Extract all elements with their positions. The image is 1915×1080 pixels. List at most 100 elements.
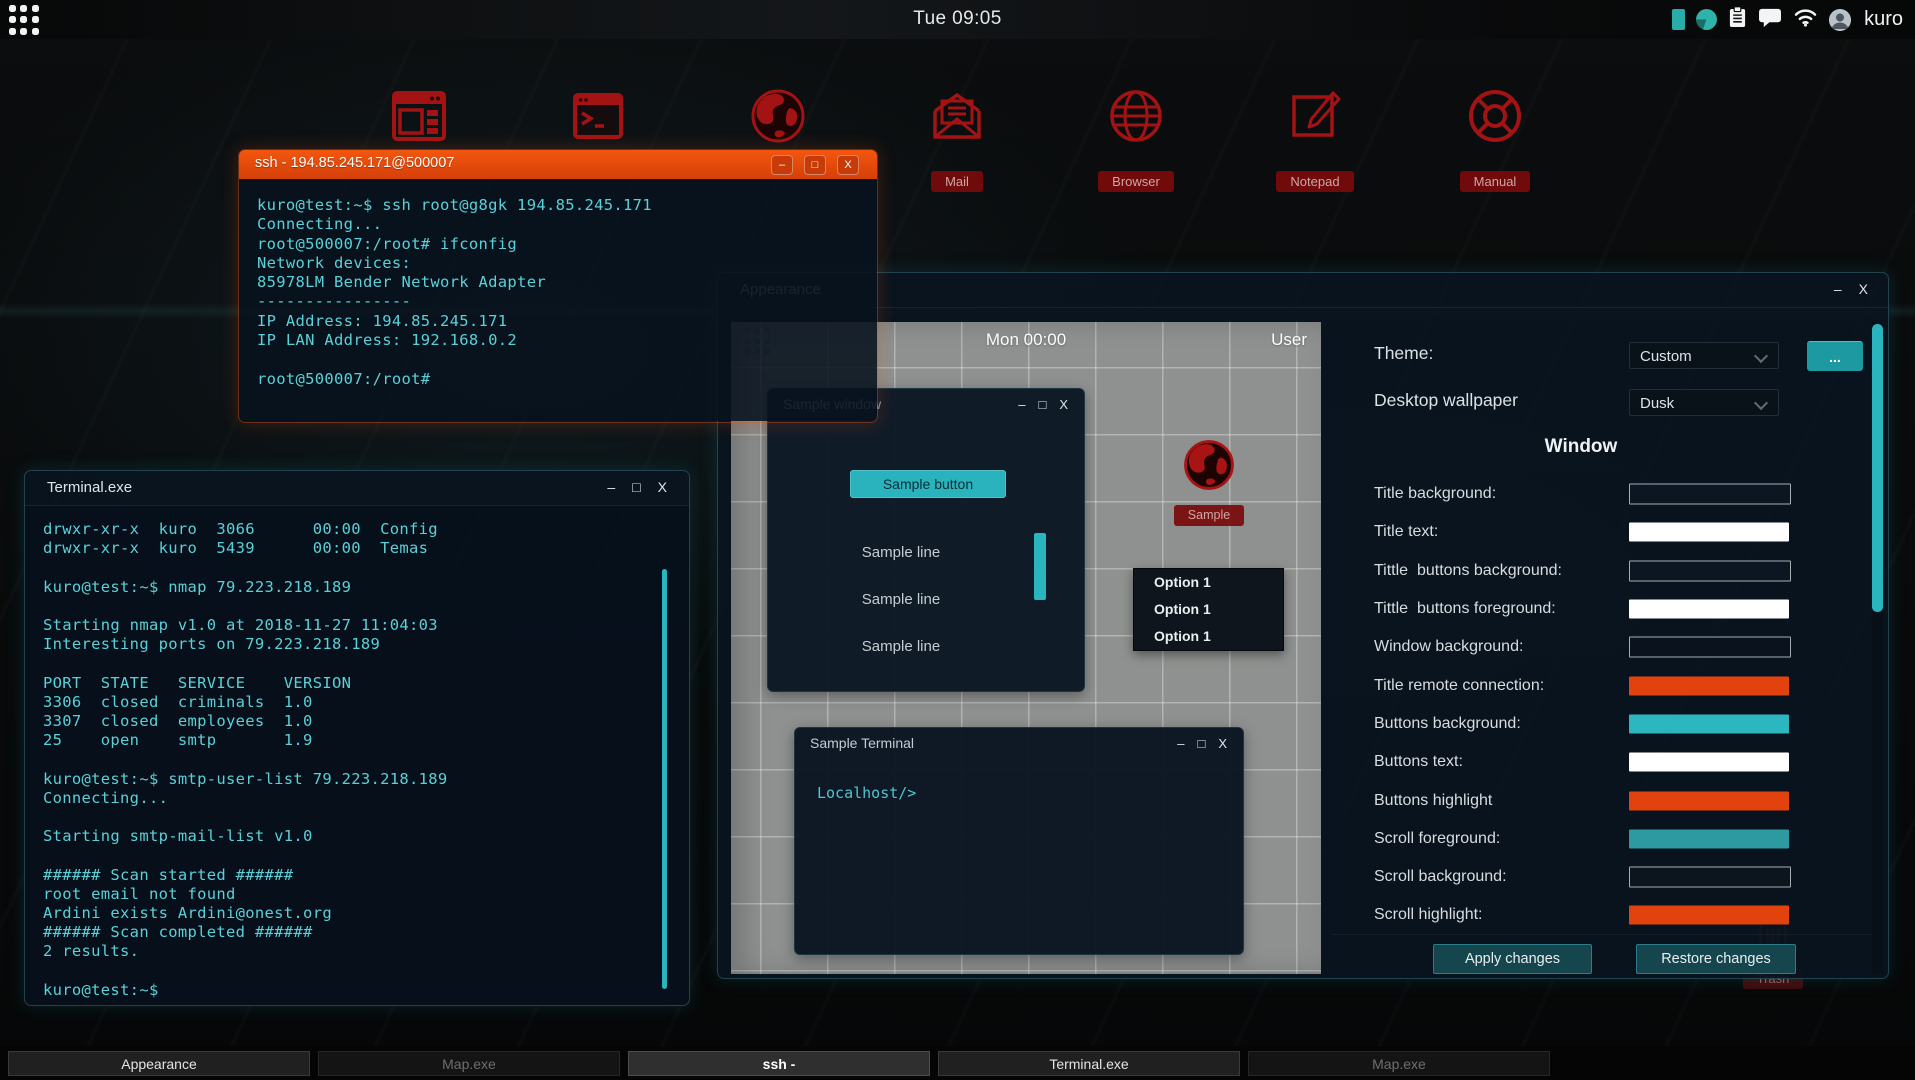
close-icon: X [1059, 396, 1068, 414]
desktop-icon-browser[interactable]: Browser [1061, 84, 1211, 192]
terminal-titlebar[interactable]: Terminal.exe – □ X [25, 471, 689, 506]
app-grid-icon[interactable] [9, 5, 40, 36]
sample-context-menu: Option 1Option 1Option 1 [1133, 568, 1284, 651]
terminal-line: 25 open smtp 1.9 [43, 731, 689, 750]
theme-more-button[interactable]: ... [1807, 341, 1863, 371]
color-swatch[interactable] [1629, 791, 1789, 810]
terminal-line: ---------------- [257, 292, 877, 311]
terminal-line: IP Address: 194.85.245.171 [257, 312, 877, 331]
messages-icon[interactable] [1758, 7, 1782, 33]
desktop-icon-window-app[interactable] [344, 84, 494, 153]
panel-scrollbar-thumb[interactable] [1872, 324, 1883, 612]
topbar-clock: Tue 09:05 [913, 8, 1001, 30]
taskbar-item[interactable]: ssh - [628, 1051, 930, 1076]
minimize-icon[interactable]: – [1834, 280, 1842, 298]
status-pie-icon[interactable] [1696, 9, 1717, 30]
color-row: Buttons text: [1374, 743, 1844, 781]
chevron-down-icon [1754, 349, 1768, 363]
icon-label: Browser [1098, 171, 1174, 192]
menu-option: Option 1 [1134, 569, 1283, 596]
sample-line: Sample line [768, 637, 1034, 684]
color-row-label: Title text: [1374, 523, 1438, 541]
color-swatch[interactable] [1629, 714, 1789, 733]
desktop: Tue 09:05 [0, 0, 1915, 1080]
terminal-output[interactable]: drwxr-xr-x kuro 3066 00:00 Configdrwxr-x… [25, 506, 689, 1005]
desktop-icon-manual[interactable]: Manual [1420, 84, 1570, 192]
minimize-icon: – [1177, 735, 1184, 753]
restore-changes-button[interactable]: Restore changes [1636, 944, 1796, 974]
taskbar-item[interactable]: Map.exe [1248, 1051, 1550, 1076]
terminal-line [43, 846, 689, 865]
color-swatch[interactable] [1629, 600, 1789, 619]
window-title: ssh - 194.85.245.171@500007 [255, 155, 454, 171]
color-swatch[interactable] [1629, 753, 1789, 772]
terminal-scrollbar-thumb[interactable] [662, 569, 667, 989]
terminal-line: Interesting ports on 79.223.218.189 [43, 635, 689, 654]
ssh-window: ssh - 194.85.245.171@500007 – □ X kuro@t… [238, 149, 878, 423]
terminal-line: 3307 closed employees 1.0 [43, 712, 689, 731]
terminal-line: Starting nmap v1.0 at 2018-11-27 11:04:0… [43, 616, 689, 635]
desktop-icon-globe-app[interactable] [703, 84, 853, 153]
terminal-line: 3306 closed criminals 1.0 [43, 693, 689, 712]
desktop-icon-mail[interactable]: Mail [882, 84, 1032, 192]
sample-button[interactable]: Sample button [850, 470, 1006, 498]
color-row: Title text: [1374, 513, 1844, 551]
terminal-line: kuro@test:~$ smtp-user-list 79.223.218.1… [43, 770, 689, 789]
color-swatch[interactable] [1629, 676, 1789, 695]
close-icon[interactable]: X [658, 478, 667, 496]
color-settings-list: Title background: Title text: Tittle but… [1374, 475, 1844, 935]
close-icon: X [1218, 735, 1227, 753]
wallpaper-dropdown[interactable]: Dusk [1629, 389, 1779, 416]
color-swatch[interactable] [1629, 637, 1791, 658]
color-row-label: Window background: [1374, 638, 1523, 656]
close-button[interactable]: X [837, 155, 859, 175]
minimize-button[interactable]: – [771, 155, 793, 175]
color-row: Tittle buttons foreground: [1374, 590, 1844, 628]
menu-option: Option 1 [1134, 596, 1283, 623]
terminal-line: Starting smtp-mail-list v1.0 [43, 827, 689, 846]
sample-line: Sample line [768, 543, 1034, 590]
color-swatch[interactable] [1629, 560, 1791, 581]
terminal-line: root@500007:/root# [257, 370, 877, 389]
color-swatch[interactable] [1629, 523, 1789, 542]
sample-scrollbar-thumb [1034, 533, 1046, 600]
panel-scrollbar[interactable] [1872, 322, 1883, 974]
terminal-line: PORT STATE SERVICE VERSION [43, 674, 689, 693]
sample-desktop-icon: Sample [1147, 435, 1271, 526]
status-block-icon[interactable] [1672, 9, 1685, 30]
close-icon[interactable]: X [1859, 280, 1868, 298]
browser-icon [1104, 84, 1168, 153]
terminal-line [257, 350, 877, 369]
color-row-label: Buttons highlight [1374, 792, 1492, 810]
ssh-titlebar[interactable]: ssh - 194.85.245.171@500007 – □ X [239, 150, 877, 179]
sample-terminal-titlebar: Sample Terminal – □ X [795, 728, 1243, 760]
clipboard-icon[interactable] [1728, 6, 1747, 34]
minimize-icon[interactable]: – [607, 478, 615, 496]
panel-divider [1332, 934, 1872, 935]
system-tray: kuro [1672, 0, 1903, 39]
taskbar-item[interactable]: Appearance [8, 1051, 310, 1076]
apply-changes-button[interactable]: Apply changes [1433, 944, 1592, 974]
taskbar-item[interactable]: Map.exe [318, 1051, 620, 1076]
color-row-label: Tittle buttons foreground: [1374, 600, 1556, 618]
color-swatch[interactable] [1629, 867, 1791, 888]
maximize-button[interactable]: □ [804, 155, 826, 175]
terminal-line: drwxr-xr-x kuro 3066 00:00 Config [43, 520, 689, 539]
wallpaper-value: Dusk [1640, 395, 1674, 412]
color-swatch[interactable] [1629, 906, 1789, 925]
desktop-icon-terminal-app[interactable] [523, 84, 673, 153]
desktop-icon-notepad[interactable]: Notepad [1240, 84, 1390, 192]
user-avatar[interactable] [1829, 9, 1851, 31]
appearance-titlebar[interactable]: Appearance – X [718, 273, 1888, 308]
maximize-icon: □ [1197, 735, 1205, 753]
appearance-window: Appearance – X Mon 00:00 User Sample win… [717, 272, 1889, 979]
maximize-icon[interactable]: □ [632, 478, 640, 496]
taskbar-item[interactable]: Terminal.exe [938, 1051, 1240, 1076]
color-swatch[interactable] [1629, 829, 1789, 848]
username-label[interactable]: kuro [1864, 8, 1903, 31]
wifi-icon[interactable] [1793, 7, 1818, 32]
terminal-line: 2 results. [43, 942, 689, 961]
theme-dropdown[interactable]: Custom [1629, 342, 1779, 369]
color-swatch[interactable] [1629, 484, 1791, 505]
ssh-terminal-output[interactable]: kuro@test:~$ ssh root@g8gk 194.85.245.17… [239, 179, 877, 421]
